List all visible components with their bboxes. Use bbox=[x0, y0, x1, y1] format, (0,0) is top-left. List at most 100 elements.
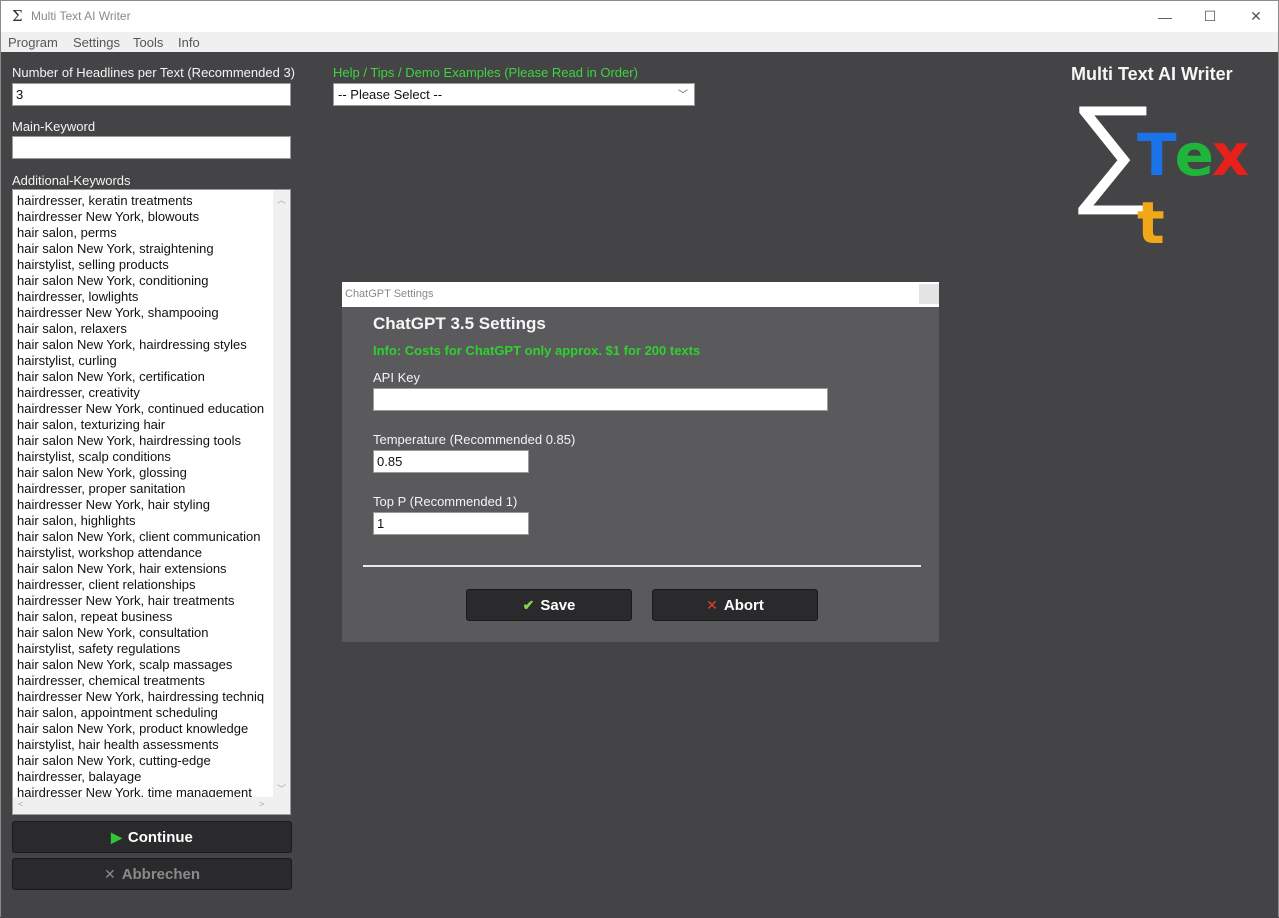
keyword-line: hair salon, relaxers bbox=[17, 321, 127, 336]
keyword-line: hair salon New York, product knowledge bbox=[17, 721, 249, 736]
app-logo: Multi Text AI Writer ∑ Text bbox=[1067, 63, 1267, 257]
keyword-line: hairdresser New York, hair styling bbox=[17, 497, 210, 512]
keyword-line: hairdresser New York, blowouts bbox=[17, 209, 200, 224]
save-button[interactable]: ✔ Save bbox=[466, 589, 632, 621]
abort-label: Abort bbox=[723, 596, 764, 614]
top-p-label: Top P (Recommended 1) bbox=[373, 494, 518, 509]
keyword-line: hair salon New York, hairdressing styles bbox=[17, 337, 247, 352]
menu-info[interactable]: Info bbox=[178, 35, 200, 50]
scroll-left-icon[interactable]: < bbox=[18, 799, 23, 809]
keyword-line: hairstylist, hair health assessments bbox=[17, 737, 219, 752]
dialog-divider bbox=[363, 565, 921, 567]
close-icon: ✕ bbox=[1250, 8, 1262, 24]
dialog-heading: ChatGPT 3.5 Settings bbox=[373, 314, 546, 333]
main-keyword-input[interactable] bbox=[12, 136, 291, 159]
cost-info: Info: Costs for ChatGPT only approx. $1 … bbox=[373, 343, 701, 358]
keyword-line: hairdresser, creativity bbox=[17, 385, 140, 400]
sigma-app-icon: Σ bbox=[12, 7, 23, 25]
help-dropdown[interactable]: -- Please Select -- ﹀ bbox=[333, 83, 695, 106]
menu-settings[interactable]: Settings bbox=[73, 35, 120, 50]
keyword-line: hair salon, appointment scheduling bbox=[17, 705, 218, 720]
keyword-line: hair salon New York, consultation bbox=[17, 625, 209, 640]
additional-keywords-label: Additional-Keywords bbox=[12, 173, 131, 188]
keyword-line: hair salon New York, straightening bbox=[17, 241, 214, 256]
cancel-label: Abbrechen bbox=[121, 865, 201, 883]
keyword-line: hair salon New York, certification bbox=[17, 369, 205, 384]
continue-label: Continue bbox=[127, 828, 193, 846]
temperature-label: Temperature (Recommended 0.85) bbox=[373, 432, 576, 447]
close-button[interactable]: ✕ bbox=[1233, 1, 1279, 32]
minimize-button[interactable]: — bbox=[1142, 1, 1188, 32]
additional-keywords-textarea[interactable]: hairdresser, keratin treatments hairdress… bbox=[12, 189, 291, 815]
keyword-line: hairdresser, lowlights bbox=[17, 289, 139, 304]
logo-letter: e bbox=[1174, 121, 1214, 189]
main-keyword-label: Main-Keyword bbox=[12, 119, 96, 134]
keyword-line: hairstylist, curling bbox=[17, 353, 117, 368]
main-content: Number of Headlines per Text (Recommende… bbox=[1, 52, 1278, 918]
scroll-down-icon[interactable]: ﹀ bbox=[277, 782, 286, 795]
horizontal-scrollbar[interactable]: < > bbox=[13, 797, 290, 814]
top-p-input[interactable]: 1 bbox=[373, 512, 529, 535]
vertical-scrollbar[interactable]: ︿ ﹀ bbox=[273, 190, 290, 798]
save-label: Save bbox=[540, 596, 576, 614]
menu-bar: Program Settings Tools Info bbox=[1, 32, 1278, 52]
window-title: Multi Text AI Writer bbox=[31, 9, 131, 23]
keyword-line: hair salon, repeat business bbox=[17, 609, 173, 624]
keyword-line: hair salon New York, glossing bbox=[17, 465, 187, 480]
keyword-line: hair salon, perms bbox=[17, 225, 117, 240]
cancel-button[interactable]: ✕ Abbrechen bbox=[12, 858, 292, 890]
keyword-lines: hairdresser, keratin treatments hairdress… bbox=[17, 193, 273, 801]
keyword-line: hairdresser New York, hair treatments bbox=[17, 593, 235, 608]
scroll-right-icon[interactable]: > bbox=[259, 799, 264, 809]
keyword-line: hair salon, highlights bbox=[17, 513, 136, 528]
keyword-line: hairdresser, client relationships bbox=[17, 577, 196, 592]
keyword-line: hairdresser New York, continued educatio… bbox=[17, 401, 265, 416]
temperature-input[interactable]: 0.85 bbox=[373, 450, 529, 473]
menu-program[interactable]: Program bbox=[8, 35, 58, 50]
keyword-line: hairdresser New York, hairdressing techn… bbox=[17, 689, 265, 704]
logo-letter: T bbox=[1137, 121, 1177, 189]
x-icon: ✕ bbox=[706, 596, 718, 613]
keyword-line: hairdresser New York, shampooing bbox=[17, 305, 219, 320]
logo-letter: t bbox=[1137, 189, 1165, 257]
api-key-label: API Key bbox=[373, 370, 420, 385]
scroll-up-icon[interactable]: ︿ bbox=[277, 193, 286, 206]
keyword-line: hairdresser, chemical treatments bbox=[17, 673, 205, 688]
keyword-line: hair salon New York, cutting-edge bbox=[17, 753, 211, 768]
keyword-line: hair salon, texturizing hair bbox=[17, 417, 166, 432]
abort-button[interactable]: ✕ Abort bbox=[652, 589, 818, 621]
keyword-line: hair salon New York, scalp massages bbox=[17, 657, 233, 672]
dialog-window-title: ChatGPT Settings bbox=[345, 288, 434, 300]
keyword-line: hairstylist, selling products bbox=[17, 257, 169, 272]
play-icon: ▶ bbox=[111, 828, 122, 845]
chevron-down-icon: ﹀ bbox=[678, 90, 688, 101]
maximize-button[interactable]: ☐ bbox=[1187, 1, 1233, 32]
maximize-icon: ☐ bbox=[1203, 8, 1217, 24]
help-dropdown-value: -- Please Select -- bbox=[338, 87, 443, 102]
dialog-title-bar: ChatGPT Settings bbox=[342, 282, 939, 307]
logo-letter: x bbox=[1211, 121, 1249, 189]
keyword-line: hairdresser, balayage bbox=[17, 769, 142, 784]
keyword-line: hair salon New York, conditioning bbox=[17, 273, 209, 288]
keyword-line: hairdresser, proper sanitation bbox=[17, 481, 186, 496]
keyword-line: hair salon New York, client communicatio… bbox=[17, 529, 261, 544]
keyword-line: hair salon New York, hairdressing tools bbox=[17, 433, 242, 448]
help-label: Help / Tips / Demo Examples (Please Read… bbox=[333, 65, 638, 80]
keyword-line: hairstylist, scalp conditions bbox=[17, 449, 171, 464]
api-key-input[interactable] bbox=[373, 388, 828, 411]
headlines-label: Number of Headlines per Text (Recommende… bbox=[12, 65, 296, 80]
keyword-line: hairstylist, workshop attendance bbox=[17, 545, 202, 560]
keyword-line: hairstylist, safety regulations bbox=[17, 641, 181, 656]
menu-tools[interactable]: Tools bbox=[133, 35, 163, 50]
keyword-line: hairdresser, keratin treatments bbox=[17, 193, 193, 208]
logo-text-word: Text bbox=[1137, 121, 1267, 257]
app-window: Σ Multi Text AI Writer — ☐ ✕ Program Set… bbox=[0, 0, 1279, 918]
title-bar: Σ Multi Text AI Writer — ☐ ✕ bbox=[1, 1, 1278, 32]
continue-button[interactable]: ▶ Continue bbox=[12, 821, 292, 853]
headlines-input[interactable]: 3 bbox=[12, 83, 291, 106]
x-icon: ✕ bbox=[103, 865, 116, 882]
minimize-icon: — bbox=[1158, 8, 1172, 25]
dialog-close-button[interactable] bbox=[919, 284, 939, 304]
checkmark-icon: ✔ bbox=[522, 596, 535, 613]
keyword-line: hair salon New York, hair extensions bbox=[17, 561, 227, 576]
